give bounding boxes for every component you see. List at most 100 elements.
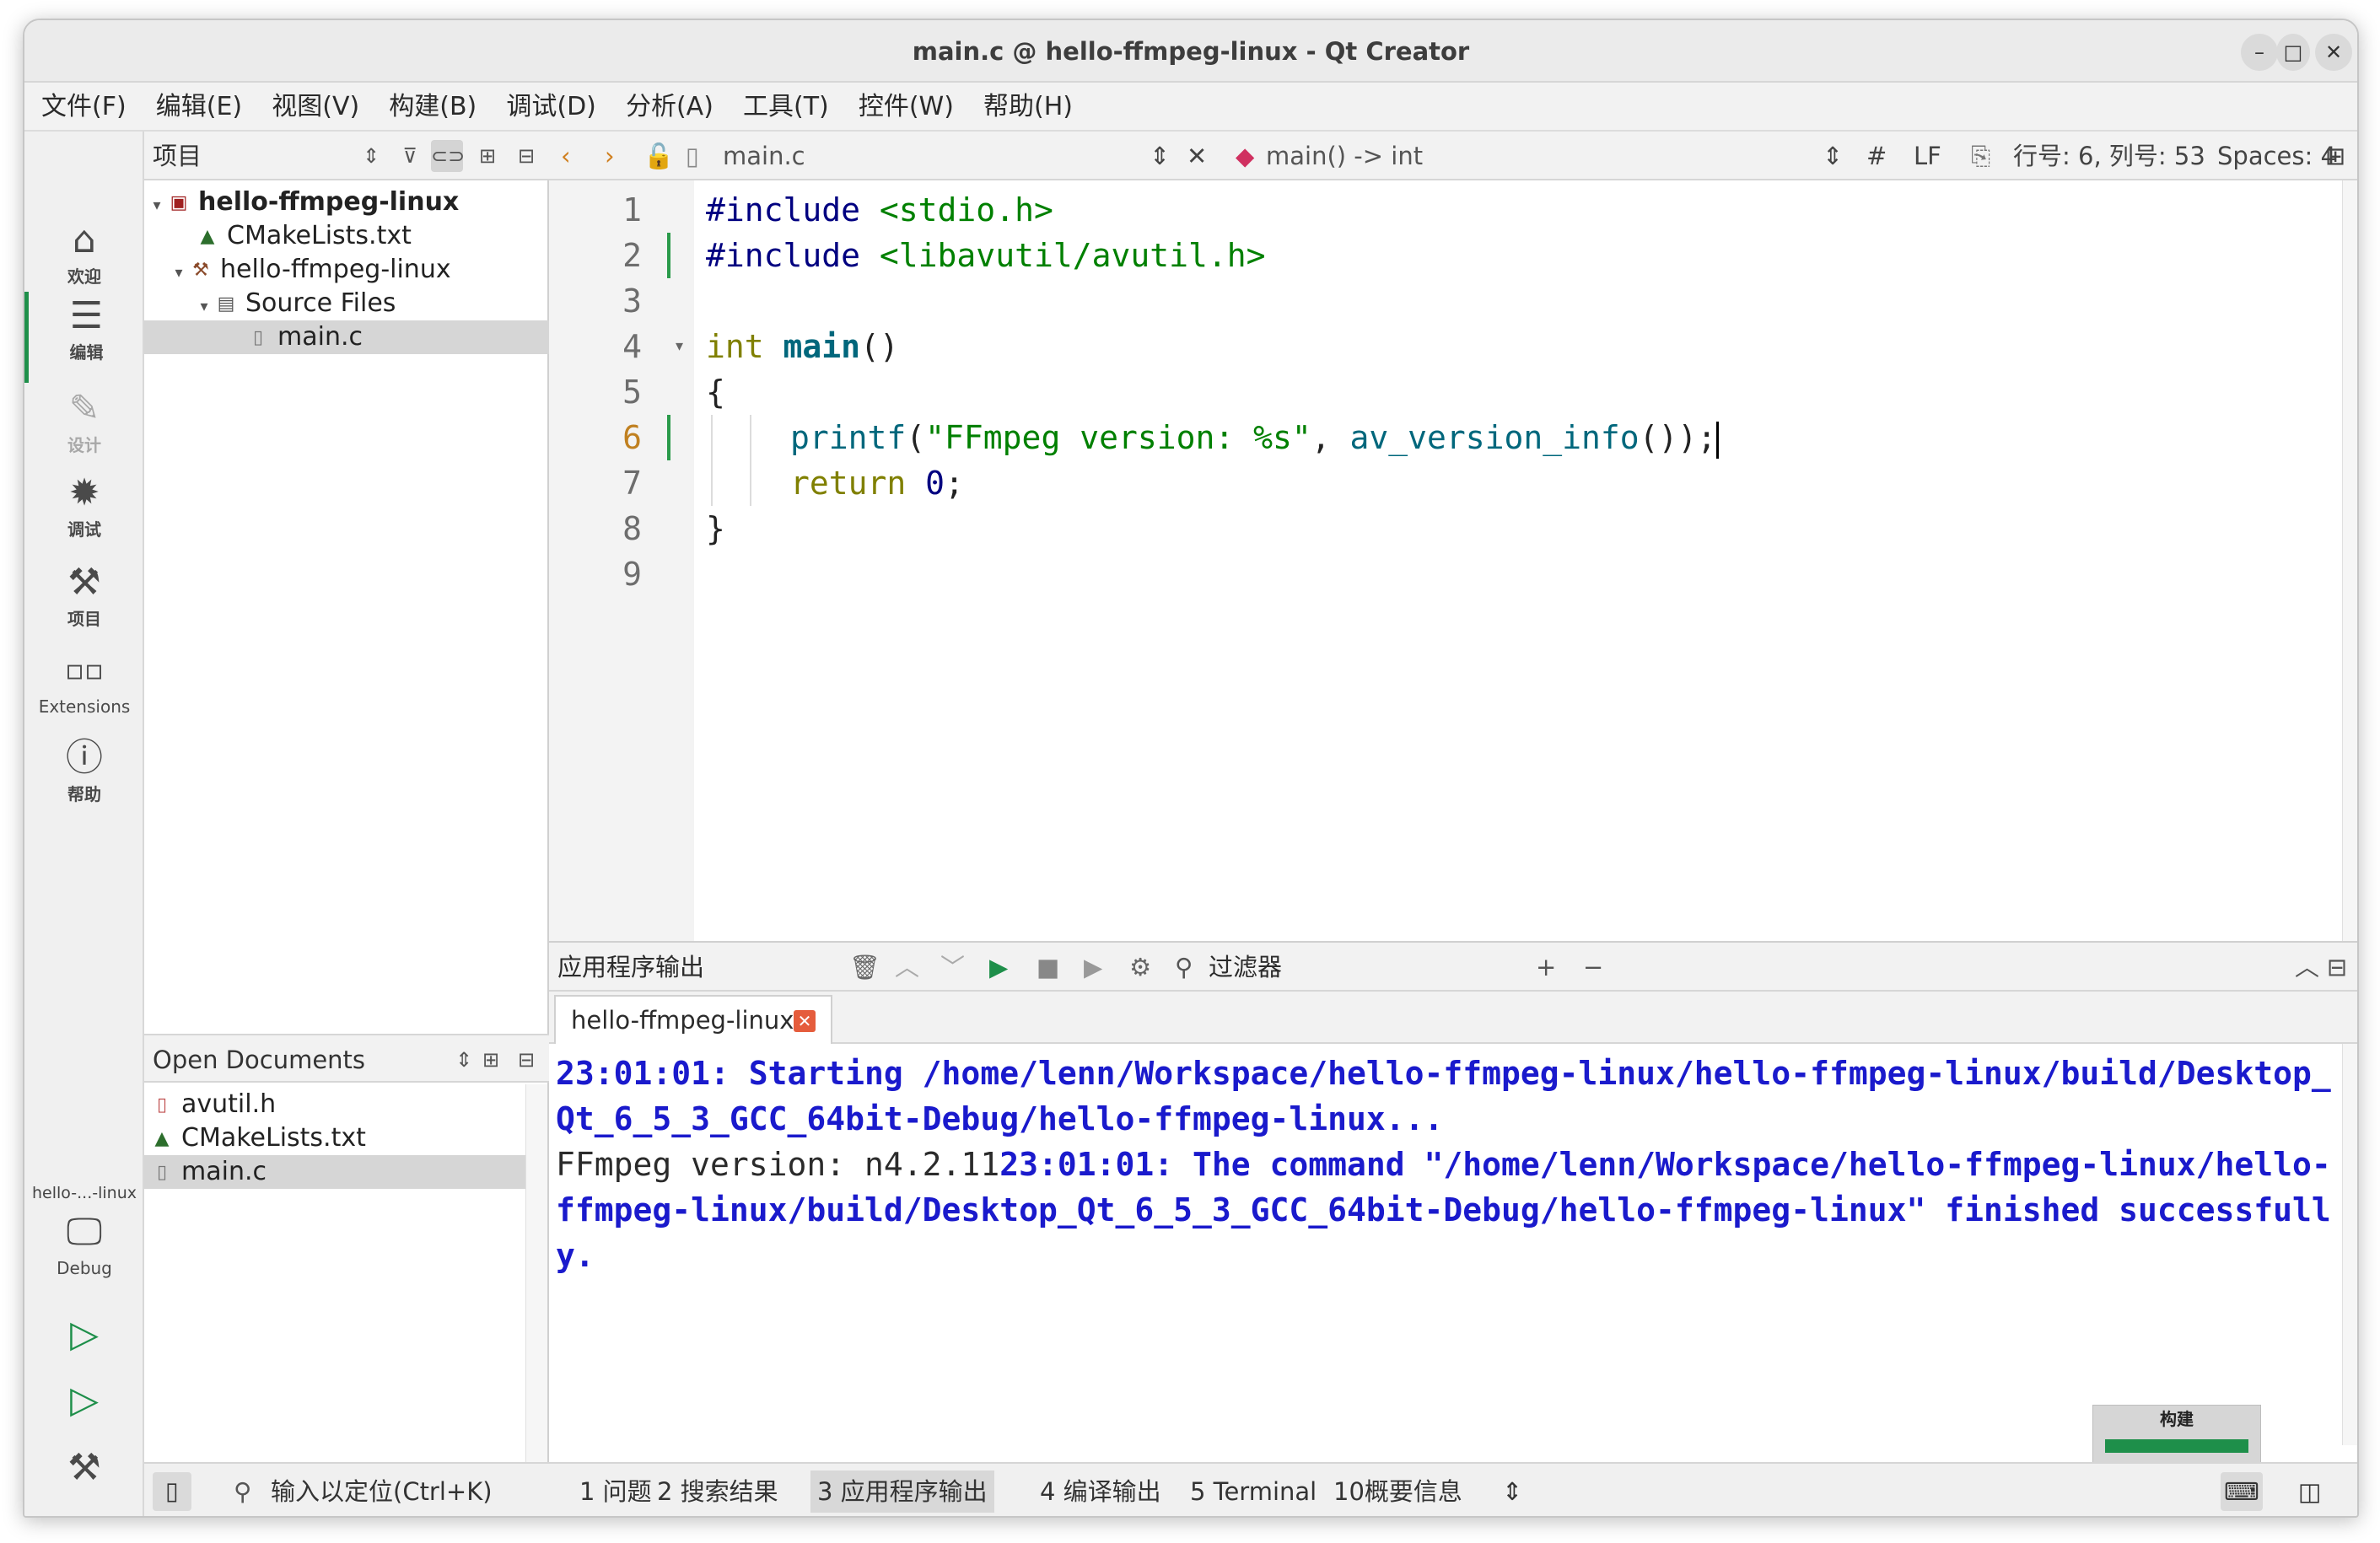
mode-projects[interactable]: ⚒ 项目 bbox=[24, 558, 144, 631]
sort-arrows-icon[interactable]: ⇕ bbox=[1150, 132, 1170, 180]
mode-design[interactable]: ✎ 设计 bbox=[24, 384, 144, 457]
string-token: "FFmpeg version: %s" bbox=[925, 419, 1311, 456]
menu-widgets[interactable]: 控件(W) bbox=[859, 83, 954, 132]
close-window-button[interactable]: ✕ bbox=[2315, 34, 2352, 71]
menu-help[interactable]: 帮助(H) bbox=[983, 83, 1073, 132]
tree-item-root[interactable]: ▾ ▣ hello-ffmpeg-linux bbox=[144, 185, 549, 219]
open-doc-item[interactable]: ▲ CMakeLists.txt bbox=[144, 1121, 525, 1155]
line-number: 1 bbox=[622, 191, 642, 228]
pane-button-compile-output[interactable]: 4 编译输出 bbox=[1040, 1464, 1161, 1516]
output-tab[interactable]: hello-ffmpeg-linux ✕ bbox=[554, 995, 832, 1044]
program-output: FFmpeg version: n4.2.11 bbox=[556, 1146, 1000, 1183]
application-output-pane: 应用程序输出 🗑 ︿ ﹀ ▶ ■ ▶ ⚙ ⚲ 过滤器 + − ︿ ⊟ hello… bbox=[549, 941, 2357, 1469]
build-button[interactable]: ⚒ bbox=[24, 1444, 144, 1492]
stop-icon[interactable]: ■ bbox=[1037, 943, 1059, 992]
filter-input[interactable]: 过滤器 bbox=[1209, 943, 1282, 992]
split-editor-icon[interactable]: ⊞ bbox=[2325, 132, 2345, 180]
mode-help[interactable]: ⓘ 帮助 bbox=[24, 734, 144, 806]
menu-edit[interactable]: 编辑(E) bbox=[156, 83, 242, 132]
run-button[interactable]: ▷ bbox=[24, 1310, 144, 1359]
tree-item-main[interactable]: ▯ main.c bbox=[144, 320, 549, 354]
line-ending-button[interactable]: LF bbox=[1914, 132, 1941, 180]
locator-input[interactable]: 输入以定位(Ctrl+K) bbox=[271, 1464, 493, 1516]
project-panel-title[interactable]: 项目 bbox=[153, 132, 202, 180]
progress-details-icon[interactable]: ⌨ bbox=[2221, 1472, 2263, 1511]
tree-main-label: main.c bbox=[277, 322, 363, 352]
tree-item-target[interactable]: ▾ ⚒ hello-ffmpeg-linux bbox=[144, 253, 549, 287]
close-file-icon[interactable]: ✕ bbox=[1187, 132, 1207, 180]
pane-button-overview[interactable]: 10概要信息 bbox=[1333, 1464, 1462, 1516]
collapse-icon[interactable]: ⊟ bbox=[510, 1044, 542, 1076]
down-icon[interactable]: ﹀ bbox=[940, 943, 965, 992]
maximize-pane-icon[interactable]: ︿ bbox=[2295, 943, 2319, 992]
code-editor: ‹ › 🔓 ▯ main.c ⇕ ✕ ◆ main() -> int ⇕ # L… bbox=[549, 132, 2357, 941]
build-progress[interactable]: 构建 bbox=[2092, 1405, 2261, 1469]
indentation-setting[interactable]: Spaces: 4 bbox=[2217, 132, 2336, 180]
collapse-icon[interactable]: ⊟ bbox=[510, 140, 542, 172]
pane-button-issues[interactable]: 1 问题 bbox=[579, 1464, 652, 1516]
right-sidebar-toggle-icon[interactable]: ◫ bbox=[2298, 1464, 2321, 1516]
tree-target-label: hello-ffmpeg-linux bbox=[220, 255, 451, 284]
symbol-selector[interactable]: main() -> int bbox=[1266, 132, 1423, 180]
expand-arrow-icon[interactable]: ▾ bbox=[148, 189, 166, 223]
sidebar-toggle-icon[interactable]: ▯ bbox=[153, 1472, 191, 1511]
expand-arrow-icon[interactable]: ▾ bbox=[170, 256, 188, 290]
hash-button[interactable]: # bbox=[1866, 132, 1887, 180]
current-file-label[interactable]: main.c bbox=[723, 132, 805, 180]
fold-arrow-icon[interactable]: ▾ bbox=[676, 324, 683, 369]
kit-config-label: Debug bbox=[57, 1258, 112, 1278]
clear-icon[interactable]: 🗑 bbox=[849, 943, 880, 992]
open-documents-title[interactable]: Open Documents bbox=[153, 1035, 365, 1084]
wrench-icon: ⚒ bbox=[67, 561, 101, 604]
zoom-out-icon[interactable]: − bbox=[1583, 943, 1603, 992]
sort-arrows-icon[interactable]: ⇕ bbox=[1502, 1464, 1522, 1516]
encoding-icon[interactable]: ⎘ bbox=[1971, 132, 1990, 180]
sort-arrows-icon[interactable]: ⇕ bbox=[355, 140, 387, 172]
pane-button-terminal[interactable]: 5 Terminal bbox=[1190, 1464, 1317, 1516]
minimize-button[interactable]: – bbox=[2241, 34, 2278, 71]
output-start-line: 23:01:01: Starting /home/lenn/Workspace/… bbox=[556, 1055, 2331, 1137]
editor-scrollbar[interactable] bbox=[2342, 180, 2357, 941]
close-tab-icon[interactable]: ✕ bbox=[794, 1010, 816, 1032]
up-icon[interactable]: ︿ bbox=[895, 943, 919, 992]
open-doc-item[interactable]: ▯ main.c bbox=[144, 1155, 525, 1189]
pane-button-search-results[interactable]: 2 搜索结果 bbox=[657, 1464, 778, 1516]
code-text-area[interactable]: #include <stdio.h> #include <libavutil/a… bbox=[706, 180, 2342, 941]
zoom-in-icon[interactable]: + bbox=[1536, 943, 1556, 992]
menu-build[interactable]: 构建(B) bbox=[389, 83, 477, 132]
back-arrow-icon[interactable]: ‹ bbox=[561, 132, 571, 180]
split-icon[interactable]: ⊞ bbox=[475, 1044, 507, 1076]
menu-debug[interactable]: 调试(D) bbox=[506, 83, 596, 132]
mode-design-label: 设计 bbox=[67, 435, 101, 455]
rerun-icon[interactable]: ▶ bbox=[989, 943, 1008, 992]
mode-debug[interactable]: ✹ 调试 bbox=[24, 469, 144, 541]
pane-button-app-output[interactable]: 3 应用程序输出 bbox=[810, 1470, 994, 1513]
settings-gear-icon[interactable]: ⚙ bbox=[1129, 943, 1151, 992]
lock-icon[interactable]: 🔓 bbox=[643, 132, 674, 180]
attach-debugger-icon[interactable]: ▶ bbox=[1084, 943, 1102, 992]
menu-view[interactable]: 视图(V) bbox=[272, 83, 359, 132]
forward-arrow-icon[interactable]: › bbox=[605, 132, 615, 180]
expand-arrow-icon[interactable]: ▾ bbox=[195, 290, 213, 324]
maximize-button[interactable]: □ bbox=[2276, 34, 2310, 71]
function-symbol-icon: ◆ bbox=[1236, 142, 1255, 170]
mode-extensions[interactable]: ▫▫ Extensions bbox=[24, 646, 144, 718]
menu-file[interactable]: 文件(F) bbox=[41, 83, 127, 132]
tree-item-source-files[interactable]: ▾ ▤ Source Files bbox=[144, 287, 549, 320]
mode-edit[interactable]: ☰ 编辑 bbox=[24, 292, 144, 383]
menu-analyze[interactable]: 分析(A) bbox=[626, 83, 713, 132]
open-doc-item[interactable]: ▯ avutil.h bbox=[144, 1088, 525, 1121]
split-icon[interactable]: ⊞ bbox=[471, 140, 503, 172]
link-icon[interactable]: ⊂⊃ bbox=[431, 140, 465, 172]
open-documents-scrollbar[interactable] bbox=[525, 1084, 547, 1487]
debug-run-button[interactable]: ▷ bbox=[24, 1376, 144, 1425]
kit-selector[interactable]: 🖵 Debug bbox=[24, 1207, 144, 1280]
filter-icon[interactable]: ⊽ bbox=[394, 140, 426, 172]
mode-welcome[interactable]: ⌂ 欢迎 bbox=[24, 216, 144, 288]
sort-arrows-icon[interactable]: ⇕ bbox=[1823, 132, 1843, 180]
tree-item-cmake[interactable]: ▲ CMakeLists.txt bbox=[144, 219, 549, 253]
close-pane-icon[interactable]: ⊟ bbox=[2327, 943, 2347, 992]
menu-tools[interactable]: 工具(T) bbox=[743, 83, 829, 132]
cursor-position[interactable]: 行号: 6, 列号: 53 bbox=[2013, 132, 2205, 180]
output-scrollbar[interactable] bbox=[2342, 1044, 2357, 1445]
